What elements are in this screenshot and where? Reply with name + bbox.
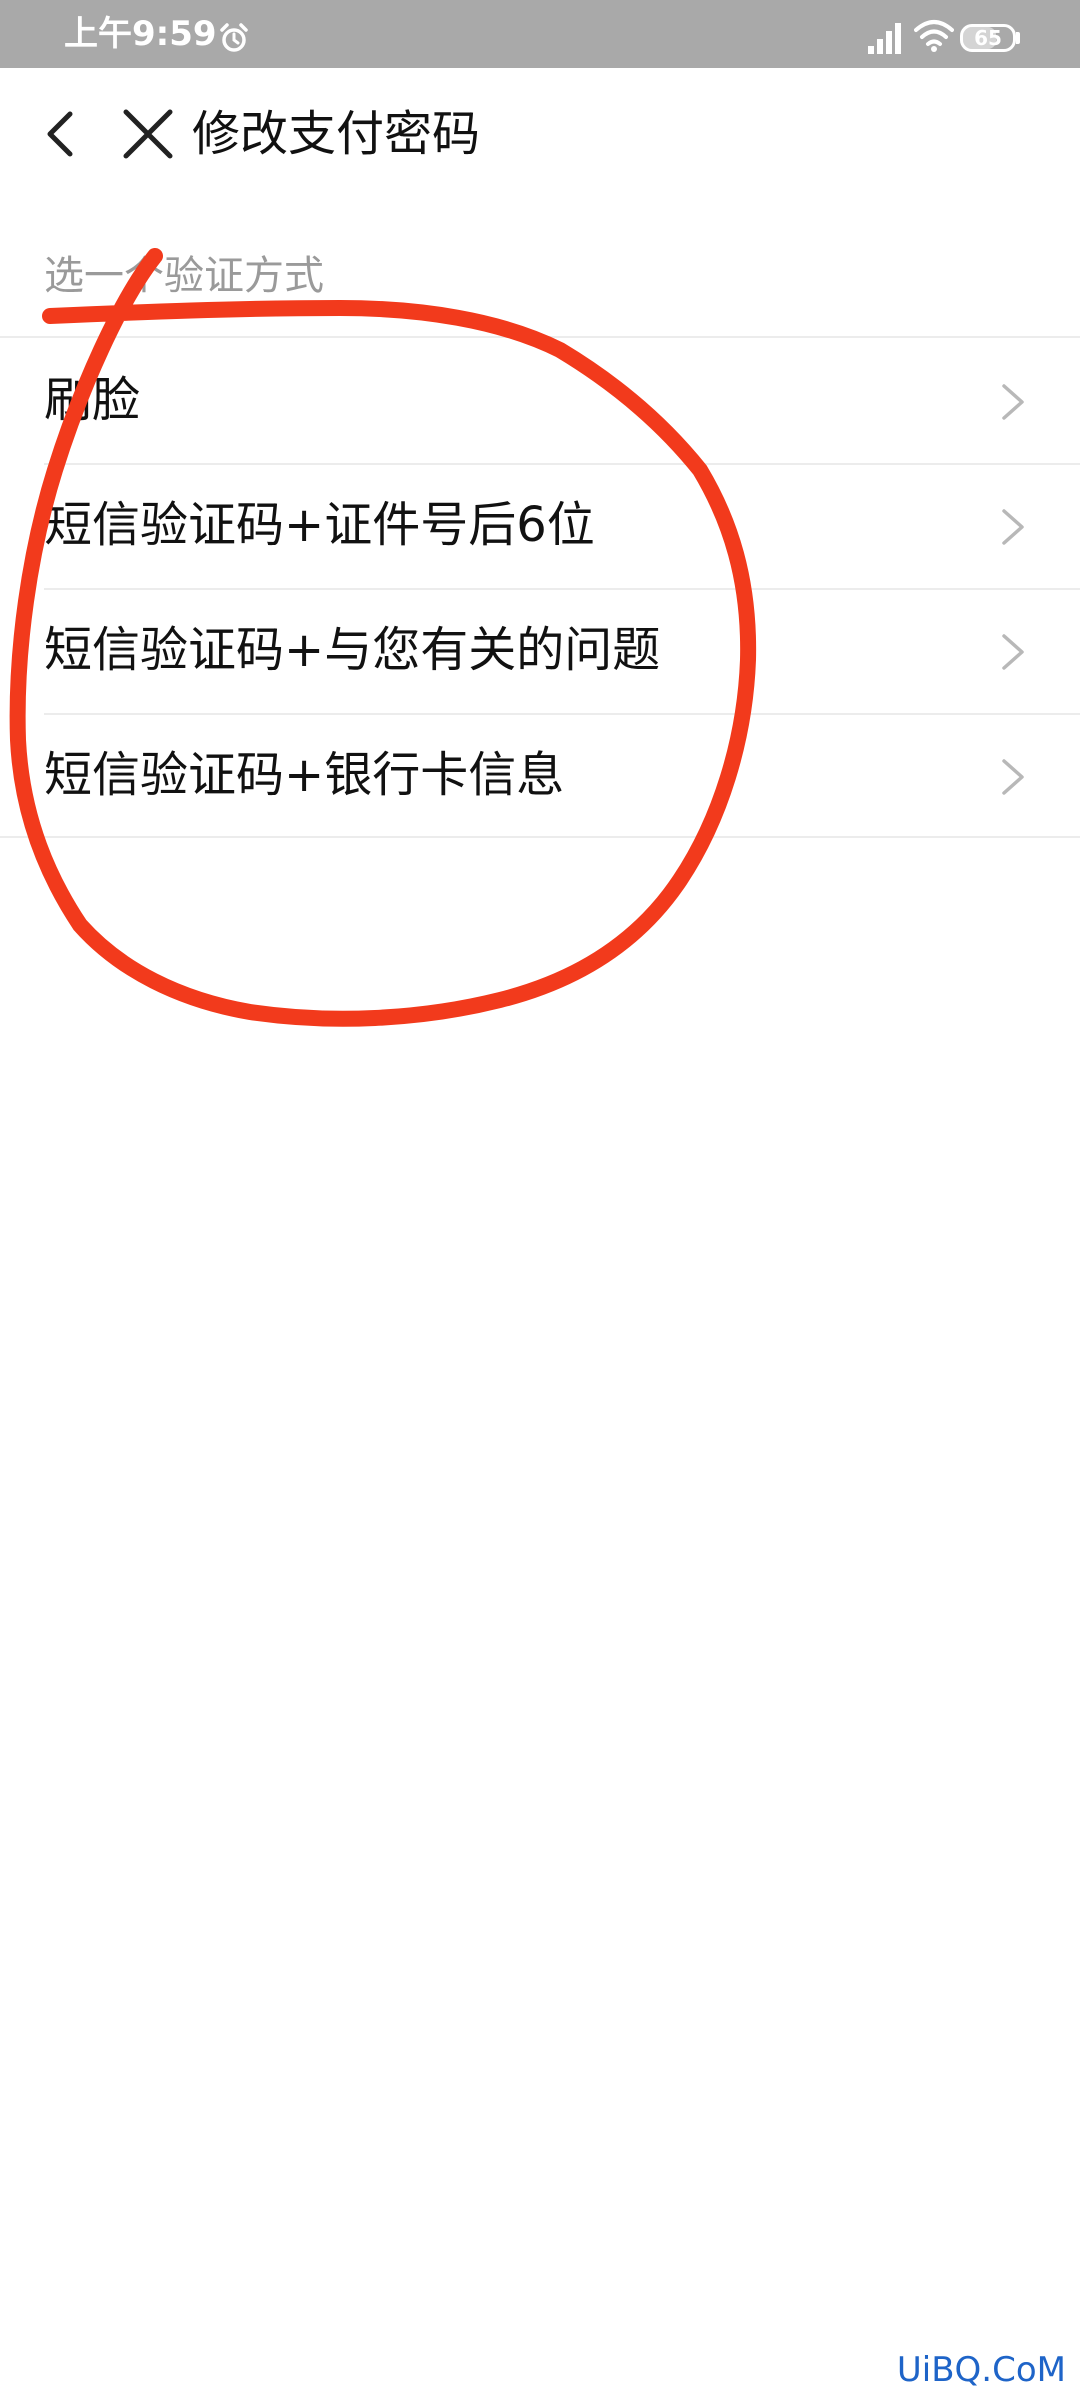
watermark: UiBQ.CoM [896, 2350, 1066, 2390]
battery-nub [1016, 32, 1020, 44]
chevron-right-icon [1002, 634, 1024, 670]
header: 修改支付密码 [0, 68, 1080, 200]
option-sms-id-number[interactable]: 短信验证码+证件号后6位 [0, 463, 1080, 588]
option-face-scan[interactable]: 刷脸 [0, 338, 1080, 463]
chevron-right-icon [1002, 509, 1024, 545]
section-hint: 选一个验证方式 [44, 253, 324, 299]
signal-icon [868, 23, 901, 54]
alarm-icon [220, 23, 248, 52]
option-label: 短信验证码+银行卡信息 [44, 747, 565, 803]
chevron-right-icon [1002, 759, 1024, 795]
wifi-icon [914, 20, 954, 52]
status-time: 上午9:59 [64, 14, 217, 54]
verification-option-list: 刷脸 短信验证码+证件号后6位 短信验证码+与您有关的问题 短信验证码+银行卡信… [0, 338, 1080, 838]
battery-percent: 65 [974, 26, 1002, 50]
battery-icon: 65 [960, 24, 1016, 52]
option-label: 短信验证码+与您有关的问题 [44, 622, 661, 678]
back-arrow-icon[interactable] [30, 100, 94, 168]
page-title: 修改支付密码 [192, 106, 481, 162]
status-bar: 上午9:59 65 [0, 0, 1080, 68]
option-label: 刷脸 [44, 372, 141, 428]
option-sms-bank-card[interactable]: 短信验证码+银行卡信息 [0, 713, 1080, 838]
chevron-right-icon [1002, 384, 1024, 420]
page: 上午9:59 65 修改支付密码 选一个验证方式 刷脸 短信验证码+证件号后6位… [0, 0, 1080, 2400]
option-sms-security-question[interactable]: 短信验证码+与您有关的问题 [0, 588, 1080, 713]
option-label: 短信验证码+证件号后6位 [44, 497, 595, 553]
close-icon[interactable] [116, 100, 180, 168]
